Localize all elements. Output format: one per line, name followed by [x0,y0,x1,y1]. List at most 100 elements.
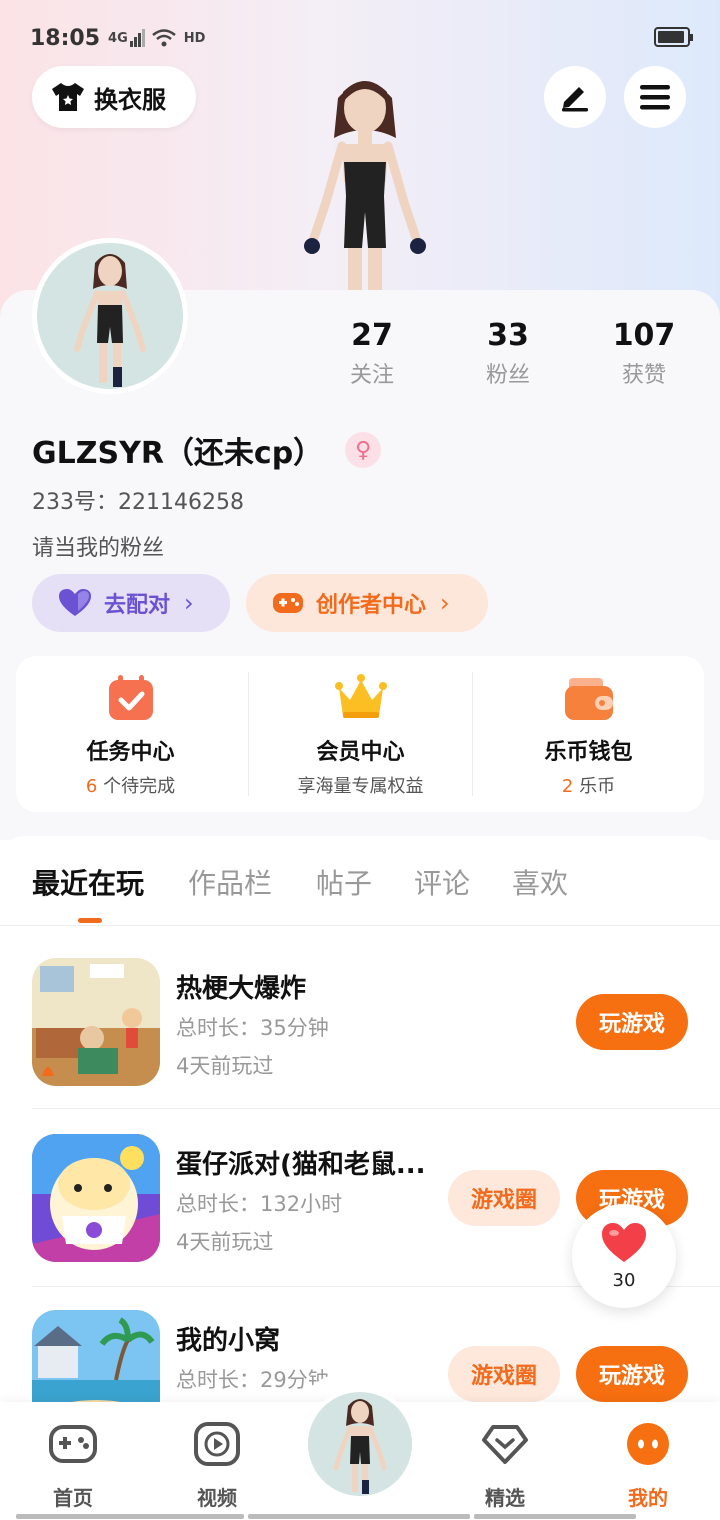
stat-fans-label: 粉丝 [485,363,530,388]
game-name: 热梗大爆炸 [176,974,307,1004]
nav-home-label: 首页 [53,1486,93,1510]
user-bio: 请当我的粉丝 [32,536,165,561]
crown-icon [335,674,387,718]
chevron-right-icon: › [184,589,194,617]
signal-indicator: 4G [108,30,128,46]
match-label: 去配对 [104,593,171,618]
nav-me-label: 我的 [628,1486,668,1510]
stat-likes-count: 107 [612,318,676,353]
creator-center-button[interactable]: 创作者中心 › [246,574,488,632]
stat-fans-count: 33 [487,318,529,353]
tab-works[interactable]: 作品栏 [188,862,272,902]
change-outfit-button[interactable]: 换衣服 [32,66,196,128]
wallet-icon [565,678,613,720]
gamepad-icon [49,1425,97,1463]
tab-comments[interactable]: 评论 [414,862,470,902]
pen-icon [562,87,588,112]
task-suffix: 个待完成 [97,776,176,797]
game-name: 我的小窝 [176,1326,281,1356]
nav-home[interactable]: 首页 [28,1422,118,1511]
active-tab-indicator [78,918,102,923]
chevron-right-icon: › [440,589,450,617]
divider [32,1108,720,1109]
tab-likes[interactable]: 喜欢 [512,862,568,902]
nav-center-avatar[interactable] [304,1388,416,1500]
change-outfit-label: 换衣服 [94,85,166,114]
vip-center-title: 会员中心 [316,740,405,765]
status-bar: 18:05 4G HD [30,22,693,54]
heart-icon [602,1223,646,1262]
game-cover-image [32,958,160,1086]
heart-icon [59,589,91,616]
gamepad-icon [273,593,303,613]
game-circle-button[interactable]: 游戏圈 [448,1170,560,1226]
system-gesture-bar [248,1514,470,1519]
nav-me[interactable]: 我的 [603,1422,693,1511]
coin-count: 2 [561,776,574,797]
tab-recent[interactable]: 最近在玩 [32,862,144,902]
match-button[interactable]: 去配对 › [32,574,230,632]
wifi-icon [151,29,176,47]
game-last-played: 4天前玩过 [176,1054,274,1078]
task-center-subtitle: 6 个待完成 [16,772,245,798]
game-duration: 总时长：132小时 [176,1192,343,1216]
task-count: 6 [85,776,98,797]
female-icon: ♀ [345,432,382,468]
play-game-button[interactable]: 玩游戏 [576,994,688,1050]
tab-posts[interactable]: 帖子 [316,862,372,902]
hd-indicator: HD [183,30,206,46]
profile-tabs: 最近在玩 作品栏 帖子 评论 喜欢 [0,836,720,926]
shirt-icon [52,83,84,111]
calendar-check-icon [109,675,153,720]
nav-featured-label: 精选 [485,1486,525,1510]
task-center-title: 任务中心 [86,740,175,765]
face-icon [627,1423,669,1465]
avatar-figure-icon [74,254,146,387]
creator-center-label: 创作者中心 [316,593,427,618]
vip-center[interactable]: 会员中心 享海量专属权益 [246,656,475,812]
game-cover-image [32,1134,160,1262]
game-thumbnail[interactable] [32,1134,160,1262]
nav-video-label: 视频 [197,1486,237,1510]
game-circle-button[interactable]: 游戏圈 [448,1346,560,1402]
stat-following-count: 27 [351,318,393,353]
game-thumbnail[interactable] [32,958,160,1086]
hamburger-icon [640,85,670,110]
stat-following[interactable]: 27 关注 [312,318,432,389]
vip-center-subtitle: 享海量专属权益 [297,776,424,797]
coin-suffix: 乐币 [573,776,616,797]
task-center[interactable]: 任务中心 6 个待完成 [16,656,245,812]
system-gesture-bar [474,1514,636,1519]
username-row: GLZSYR（还未cp） ♀ [32,428,382,472]
divider [472,672,473,796]
game-duration: 总时长：35分钟 [176,1016,329,1040]
coin-wallet-title: 乐币钱包 [544,740,633,765]
user-id: 233号：221146258 [32,490,244,515]
video-play-icon [194,1422,240,1466]
coin-wallet[interactable]: 乐币钱包 2 乐币 [474,656,703,812]
heart-gem-icon [482,1425,528,1464]
avatar[interactable] [32,238,188,394]
username: GLZSYR（还未cp） [32,436,324,471]
system-gesture-bar [16,1514,244,1519]
stat-following-label: 关注 [349,363,394,388]
stat-likes-label: 获赞 [621,363,666,388]
nav-video[interactable]: 视频 [172,1422,262,1511]
edit-profile-button[interactable] [544,66,606,128]
floating-like-button[interactable]: 30 [572,1204,676,1308]
game-name: 蛋仔派对(猫和老鼠... [176,1150,426,1180]
nav-featured[interactable]: 精选 [460,1422,550,1511]
signal-bars-icon [129,29,145,47]
menu-button[interactable] [624,66,686,128]
avatar-3d-figure [304,81,426,290]
game-last-played: 4天前玩过 [176,1230,274,1254]
like-count: 30 [612,1270,636,1291]
status-time: 18:05 [30,25,101,51]
play-game-button[interactable]: 玩游戏 [576,1346,688,1402]
avatar-figure-icon [333,1399,387,1494]
stat-likes[interactable]: 107 获赞 [584,318,704,389]
coin-wallet-subtitle: 2 乐币 [474,772,703,798]
battery-icon [654,27,693,47]
services-card: 任务中心 6 个待完成 会员中心 享海量专属权益 乐币钱包 2 乐币 [16,656,704,812]
stat-fans[interactable]: 33 粉丝 [448,318,568,389]
